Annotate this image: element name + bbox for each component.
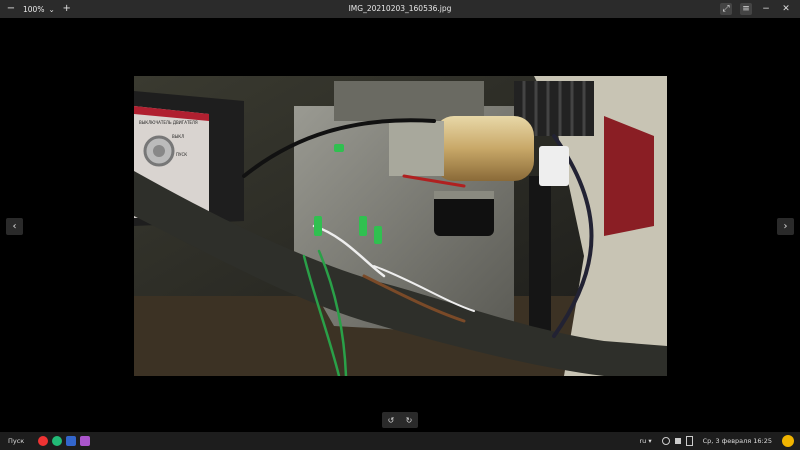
- panel-label-off: ВЫКЛ: [172, 134, 184, 139]
- minimize-icon: −: [762, 4, 770, 14]
- window-controls: ⤢ ≡ − ✕: [720, 3, 792, 15]
- close-icon: ✕: [782, 4, 790, 14]
- tray-icons: [661, 436, 693, 446]
- fullscreen-icon: ⤢: [722, 4, 730, 14]
- image-viewer-icon[interactable]: [80, 436, 91, 446]
- rotate-right-icon: ↻: [405, 415, 413, 425]
- rotate-left-button[interactable]: ↺: [388, 416, 395, 425]
- next-image-button[interactable]: ›: [777, 218, 794, 235]
- zoom-out-button[interactable]: −: [5, 3, 17, 15]
- clock[interactable]: Ср, 3 февраля 16:25: [703, 437, 772, 445]
- zoom-level[interactable]: 100% ⌄: [23, 5, 55, 14]
- panel-label: ВЫКЛЮЧАТЕЛЬ ДВИГАТЕЛЯ: [139, 120, 198, 125]
- previous-image-button[interactable]: ‹: [6, 218, 23, 235]
- wifi-icon[interactable]: [661, 437, 670, 445]
- start-button[interactable]: Пуск: [0, 437, 32, 445]
- zoom-level-value: 100%: [23, 4, 45, 14]
- rotate-controls: ↺ ↻: [382, 412, 418, 428]
- menu-button[interactable]: ≡: [740, 3, 752, 15]
- chevron-left-icon: ‹: [12, 221, 17, 232]
- zoom-controls: − 100% ⌄ +: [0, 3, 73, 15]
- language-indicator[interactable]: ru ▾: [640, 437, 652, 445]
- zoom-in-button[interactable]: +: [61, 3, 73, 15]
- chromium-icon[interactable]: [38, 436, 49, 446]
- language-code: ru: [639, 437, 647, 445]
- chrome-icon[interactable]: [52, 436, 63, 446]
- chevron-down-icon: ⌄: [48, 4, 55, 14]
- rotate-right-button[interactable]: ↻: [406, 416, 413, 425]
- fullscreen-button[interactable]: ⤢: [720, 3, 732, 15]
- volume-icon[interactable]: [674, 438, 681, 444]
- panel-label-start: ПУСК: [176, 152, 187, 157]
- system-tray: ru ▾ Ср, 3 февраля 16:25: [640, 432, 800, 450]
- window-title: IMG_20210203_160536.jpg: [348, 4, 452, 13]
- minimize-button[interactable]: −: [760, 3, 772, 15]
- chevron-right-icon: ›: [783, 221, 788, 232]
- title-bar: − 100% ⌄ + IMG_20210203_160536.jpg ⤢ ≡ −…: [0, 0, 800, 18]
- sun-icon[interactable]: [782, 435, 794, 447]
- battery-icon[interactable]: [685, 436, 693, 446]
- document-icon[interactable]: [66, 436, 77, 446]
- taskbar: Пуск ru ▾ Ср, 3 февраля 16:25: [0, 432, 800, 450]
- photo-engine-wiring: ВЫКЛЮЧАТЕЛЬ ДВИГАТЕЛЯ ВЫКЛ ПУСК: [134, 76, 667, 376]
- close-button[interactable]: ✕: [780, 3, 792, 15]
- menu-icon: ≡: [742, 4, 750, 14]
- photo-image: ВЫКЛЮЧАТЕЛЬ ДВИГАТЕЛЯ ВЫКЛ ПУСК: [134, 76, 667, 376]
- rotate-left-icon: ↺: [387, 415, 395, 425]
- chevron-down-icon: ▾: [648, 437, 652, 445]
- taskbar-apps: [38, 436, 91, 446]
